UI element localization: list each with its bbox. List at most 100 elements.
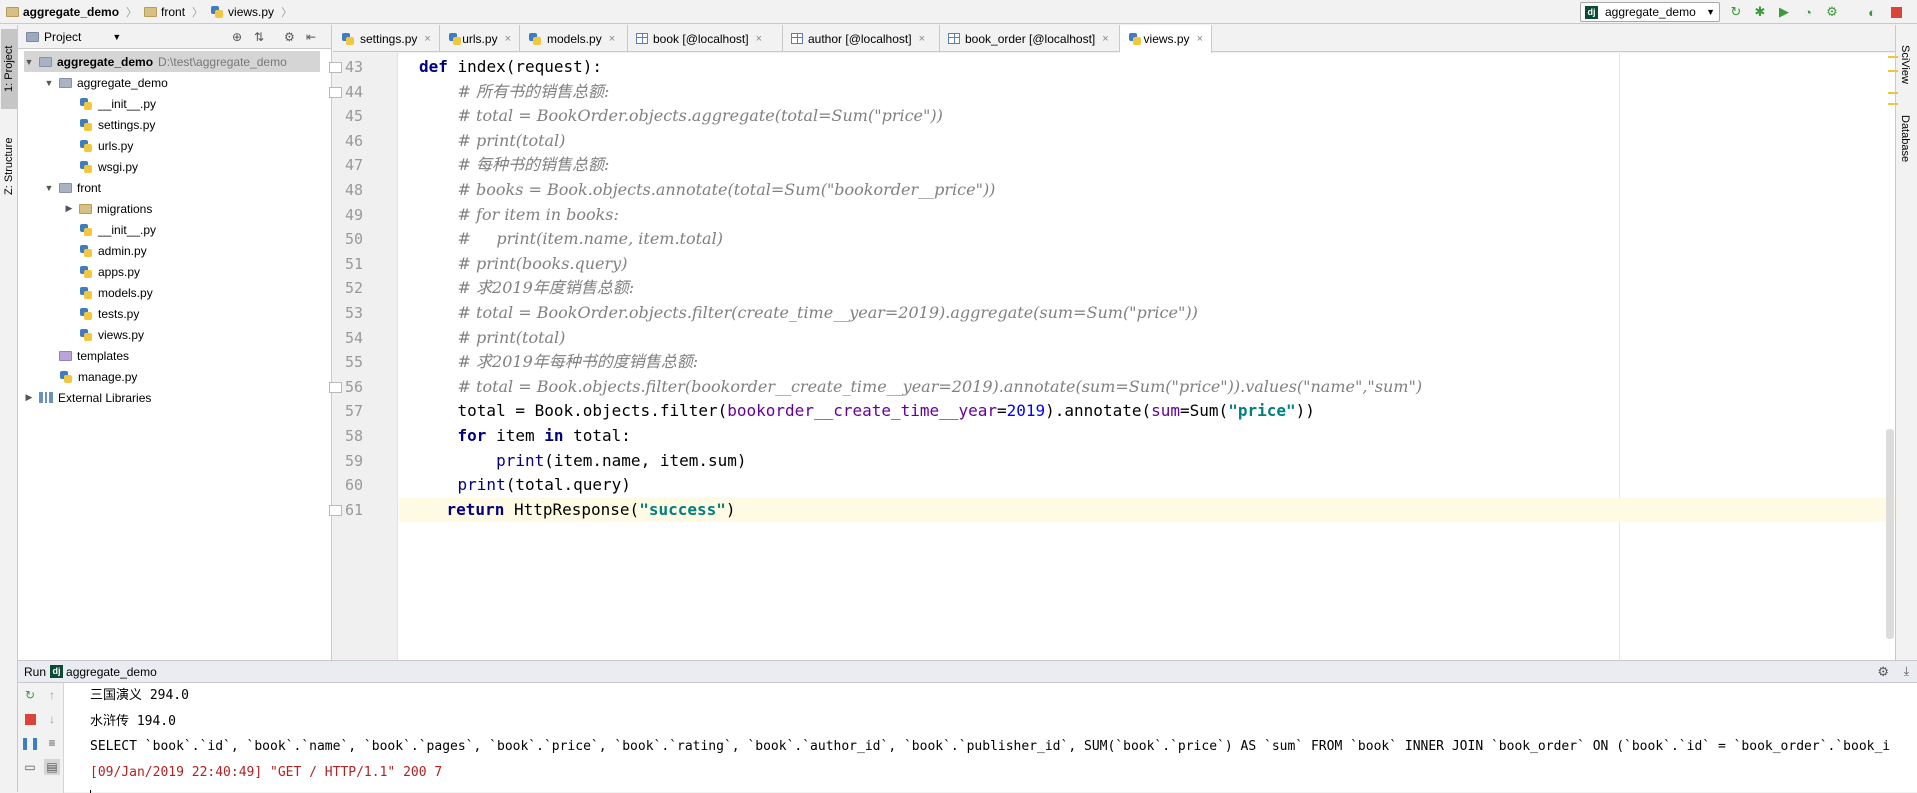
close-icon[interactable]: × <box>1197 33 1203 45</box>
arrow-up-icon[interactable]: ↑ <box>44 687 60 703</box>
tab-urls-py[interactable]: urls.py × <box>440 25 520 52</box>
project-panel-title[interactable]: Project <box>44 30 81 44</box>
code-line[interactable]: print(total.query) <box>419 473 631 498</box>
tree-item[interactable]: ▼ aggregate_demo D:\test\aggregate_demo <box>24 51 320 72</box>
close-icon[interactable]: × <box>424 33 430 45</box>
tab-models-py[interactable]: models.py × <box>520 25 628 52</box>
rerun-icon[interactable]: ↻ <box>22 687 38 703</box>
fold-marker-icon[interactable] <box>329 86 342 98</box>
soft-wrap-icon[interactable]: ≡ <box>44 735 60 751</box>
chevron-down-icon[interactable]: ▼ <box>44 183 54 193</box>
code-line[interactable]: print(item.name, item.sum) <box>419 449 746 474</box>
tree-item[interactable]: apps.py <box>64 261 140 282</box>
code-line[interactable]: # 求2019年每种书的度销售总额: <box>419 350 699 375</box>
tab-project-tool[interactable]: 1: Project <box>1 29 17 109</box>
line-number: 50 <box>344 230 363 249</box>
code-line[interactable]: # print(books.query) <box>419 252 628 277</box>
tree-item[interactable]: wsgi.py <box>64 156 138 177</box>
breadcrumb-file[interactable]: views.py <box>228 5 274 19</box>
chevron-down-icon[interactable]: ▼ <box>44 78 54 88</box>
code-line[interactable]: # print(total) <box>419 326 566 351</box>
code-line[interactable]: return HttpResponse("success") <box>399 497 1895 523</box>
tree-item[interactable]: models.py <box>64 282 153 303</box>
close-icon[interactable]: × <box>505 33 511 45</box>
fold-marker-icon[interactable] <box>329 62 342 73</box>
code-line[interactable]: # total = Book.objects.filter(bookorder_… <box>419 375 1423 400</box>
tab-database[interactable]: Database <box>1899 115 1911 162</box>
close-icon[interactable]: × <box>756 33 762 45</box>
tree-item[interactable]: views.py <box>64 324 144 345</box>
tab-structure-tool[interactable]: Z: Structure <box>1 121 17 211</box>
hide-panel-icon[interactable]: ⇤ <box>306 30 316 44</box>
refresh-icon[interactable]: ↻ <box>1728 4 1744 20</box>
arrow-down-icon[interactable]: ↓ <box>44 711 60 727</box>
code-line[interactable]: def index(request): <box>419 55 602 80</box>
debug-icon[interactable]: ✱ <box>1752 4 1768 20</box>
tab-sciview[interactable]: SciView <box>1899 45 1911 84</box>
code-line[interactable]: # 每种书的销售总额: <box>419 153 610 178</box>
code-line[interactable]: # total = BookOrder.objects.aggregate(to… <box>419 104 943 129</box>
chevron-down-icon[interactable]: ▼ <box>112 32 121 42</box>
chevron-right-icon[interactable]: ▶ <box>24 392 34 403</box>
code-line[interactable]: # books = Book.objects.annotate(total=Su… <box>419 178 996 203</box>
warning-marker[interactable] <box>1888 70 1898 72</box>
run-configuration-select[interactable]: dj aggregate_demo ▼ <box>1580 2 1720 22</box>
console-output[interactable]: 三国演义 294.0 水浒传 194.0 SELECT `book`.`id`, `… <box>90 683 1890 793</box>
concurrency-icon[interactable]: ⚙ <box>1824 4 1840 20</box>
breadcrumb-project[interactable]: aggregate_demo <box>23 5 119 19</box>
line-number: 47 <box>344 156 363 175</box>
print-icon[interactable]: ▤ <box>44 759 60 775</box>
tree-item[interactable]: ▼ aggregate_demo <box>44 72 168 93</box>
collapse-all-icon[interactable]: ⇅ <box>254 30 264 44</box>
tree-item[interactable]: urls.py <box>64 135 133 156</box>
tab-book_order[interactable]: book_order [@localhost] × <box>940 25 1120 52</box>
editor-scrollbar[interactable] <box>1886 429 1894 639</box>
tree-item[interactable]: ▶ External Libraries <box>24 387 152 408</box>
tree-item[interactable]: ▼ front <box>44 177 101 198</box>
code-line[interactable]: # for item in books: <box>419 203 619 228</box>
tree-item[interactable]: admin.py <box>64 240 147 261</box>
tree-item[interactable]: ▶ migrations <box>64 198 153 219</box>
close-icon[interactable]: × <box>919 33 925 45</box>
chevron-right-icon[interactable]: ▶ <box>64 203 74 214</box>
tree-item[interactable]: tests.py <box>64 303 139 324</box>
tab-author[interactable]: author [@localhost] × <box>783 25 940 52</box>
close-icon[interactable]: × <box>1102 33 1108 45</box>
chevron-down-icon[interactable]: ▼ <box>24 57 34 67</box>
code-editor[interactable]: 43 44 45 46 47 48 49 50 51 52 53 54 55 56 57 58 59 60 61 d… <box>329 53 1895 660</box>
breadcrumb-folder[interactable]: front <box>161 5 185 19</box>
fold-marker-icon[interactable] <box>329 504 342 516</box>
code-line[interactable]: for item in total: <box>419 424 631 449</box>
fold-marker-icon[interactable] <box>329 381 342 393</box>
tab-settings-py[interactable]: settings.py × <box>333 25 440 52</box>
warning-marker[interactable] <box>1888 56 1898 58</box>
warning-marker[interactable] <box>1888 92 1898 94</box>
tree-item[interactable]: __init__.py <box>64 219 156 240</box>
locate-icon[interactable]: ⊕ <box>232 30 242 44</box>
tab-book[interactable]: book [@localhost] × <box>628 25 783 52</box>
run-panel-config[interactable]: aggregate_demo <box>66 665 157 679</box>
tab-views-py[interactable]: views.py × <box>1120 25 1212 53</box>
tree-item[interactable]: templates <box>44 345 129 366</box>
code-line[interactable]: # 求2019年度销售总额: <box>419 276 635 301</box>
warning-marker[interactable] <box>1888 103 1898 105</box>
stop-icon[interactable] <box>22 711 38 727</box>
close-icon[interactable]: × <box>609 33 615 45</box>
tree-item[interactable]: manage.py <box>44 366 137 387</box>
code-line[interactable]: # 所有书的销售总额: <box>419 80 610 105</box>
gear-icon[interactable]: ⚙ <box>284 30 295 44</box>
coverage-icon[interactable]: ▶ <box>1776 4 1792 20</box>
code-line[interactable]: total = Book.objects.filter(bookorder__c… <box>419 399 1315 424</box>
tree-item[interactable]: settings.py <box>64 114 155 135</box>
code-line[interactable]: # print(total) <box>419 129 566 154</box>
gear-icon[interactable]: ⚙ <box>1877 664 1889 680</box>
stop-icon[interactable] <box>1888 4 1904 20</box>
tree-item[interactable]: __init__.py <box>64 93 156 114</box>
hide-panel-icon[interactable]: ⤓ <box>1904 664 1909 679</box>
code-line[interactable]: # total = BookOrder.objects.filter(creat… <box>419 301 1198 326</box>
build-icon[interactable]: ◐ <box>1864 4 1880 20</box>
pause-icon[interactable]: ❚❚ <box>20 735 40 751</box>
layout-icon[interactable]: ▭ <box>22 759 38 775</box>
profile-icon[interactable]: ◔ <box>1800 4 1816 20</box>
code-line[interactable]: # print(item.name, item.total) <box>419 227 723 252</box>
